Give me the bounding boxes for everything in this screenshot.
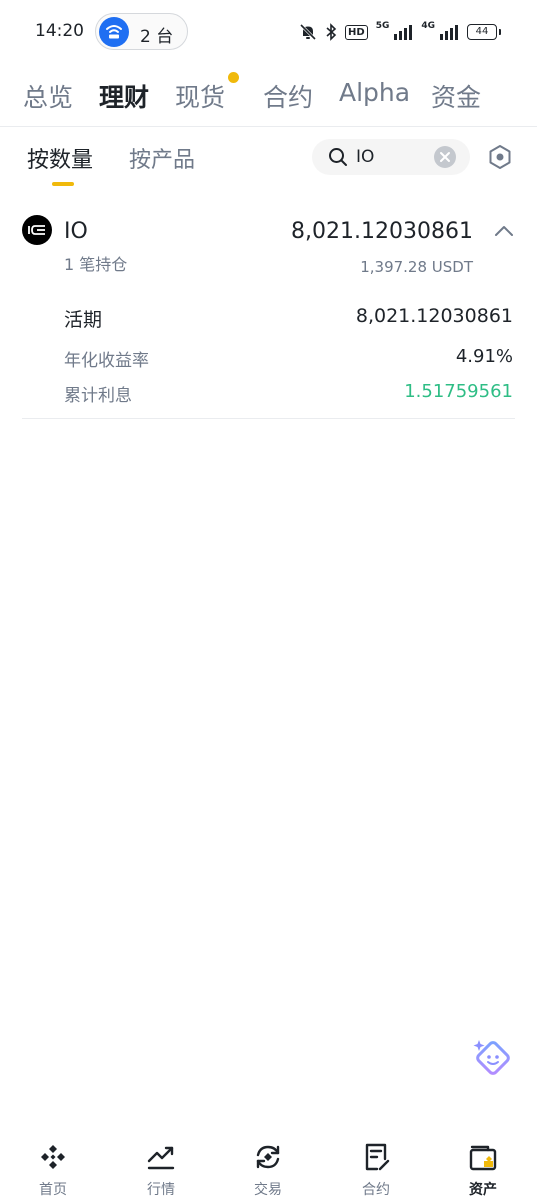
nav-assets[interactable]: 资产 (443, 1132, 523, 1200)
mute-bell-icon (299, 23, 317, 41)
coin-logo-icon (22, 215, 52, 245)
tab-earn[interactable]: 理财 (99, 78, 149, 114)
network-5g-label: 5G (375, 21, 390, 31)
chevron-up-icon[interactable] (494, 224, 514, 238)
nav-label: 交易 (254, 1182, 282, 1198)
search-icon (329, 148, 347, 166)
position-count: 1 笔持仓 (64, 255, 128, 274)
coin-usdt-value: 1,397.28 USDT (360, 258, 473, 276)
hotspot-count: 2 台 (140, 27, 174, 47)
tab-funding[interactable]: 资金 (431, 78, 481, 114)
futures-icon (365, 1143, 390, 1171)
search-input[interactable] (356, 144, 430, 170)
cumulative-interest-label: 累计利息 (64, 386, 132, 406)
trade-icon (256, 1145, 280, 1169)
clear-search-button[interactable] (434, 146, 456, 168)
hd-badge: HD (345, 24, 368, 40)
status-time: 14:20 (35, 21, 84, 41)
network-4g-label: 4G (421, 21, 435, 31)
nav-home[interactable]: 首页 (13, 1132, 93, 1200)
nav-markets[interactable]: 行情 (121, 1132, 201, 1200)
divider (0, 126, 537, 127)
top-tabs: 总览 理财 现货 合约 Alpha 资金 (0, 74, 537, 118)
spot-notification-dot (228, 72, 239, 83)
settings-hexagon-icon[interactable] (487, 144, 513, 170)
markets-icon (147, 1146, 175, 1170)
ai-assistant-icon[interactable] (472, 1037, 512, 1077)
nav-trade[interactable]: 交易 (228, 1132, 308, 1200)
divider (22, 418, 515, 419)
apr-label: 年化收益率 (64, 351, 149, 371)
active-tab-indicator (52, 182, 74, 186)
tab-spot[interactable]: 现货 (175, 78, 225, 114)
tab-overview[interactable]: 总览 (23, 78, 73, 114)
nav-label: 资产 (469, 1182, 497, 1198)
hotspot-icon (99, 17, 129, 47)
nav-label: 合约 (362, 1182, 390, 1198)
tab-futures[interactable]: 合约 (263, 78, 313, 114)
signal-icon-2 (440, 25, 458, 40)
battery-icon: 44 (467, 24, 501, 40)
coin-total-amount: 8,021.12030861 (291, 219, 473, 244)
flexible-amount: 8,021.12030861 (355, 305, 513, 327)
apr-value: 4.91% (455, 346, 513, 367)
tab-alpha[interactable]: Alpha (339, 78, 410, 107)
hotspot-pill[interactable]: 2 台 (95, 13, 188, 50)
cumulative-interest-value: 1.51759561 (404, 381, 513, 402)
nav-futures[interactable]: 合约 (336, 1132, 416, 1200)
signal-icon (394, 25, 413, 40)
flexible-label: 活期 (64, 309, 103, 331)
search-box[interactable] (312, 139, 470, 175)
subtab-by-product[interactable]: 按产品 (129, 142, 195, 174)
nav-label: 首页 (39, 1182, 67, 1198)
home-icon (41, 1145, 65, 1169)
nav-label: 行情 (147, 1182, 175, 1198)
wallet-icon (469, 1145, 497, 1171)
bottom-nav: 首页 行情 交易 合约 资产 (0, 1132, 537, 1200)
coin-name[interactable]: IO (64, 219, 88, 244)
close-icon (440, 152, 450, 162)
subtab-by-quantity[interactable]: 按数量 (27, 142, 93, 174)
bluetooth-icon (326, 23, 337, 41)
status-icons: HD 5G 4G 44 (299, 20, 501, 44)
status-bar: 14:20 2 台 HD 5G 4G 44 (0, 0, 537, 64)
